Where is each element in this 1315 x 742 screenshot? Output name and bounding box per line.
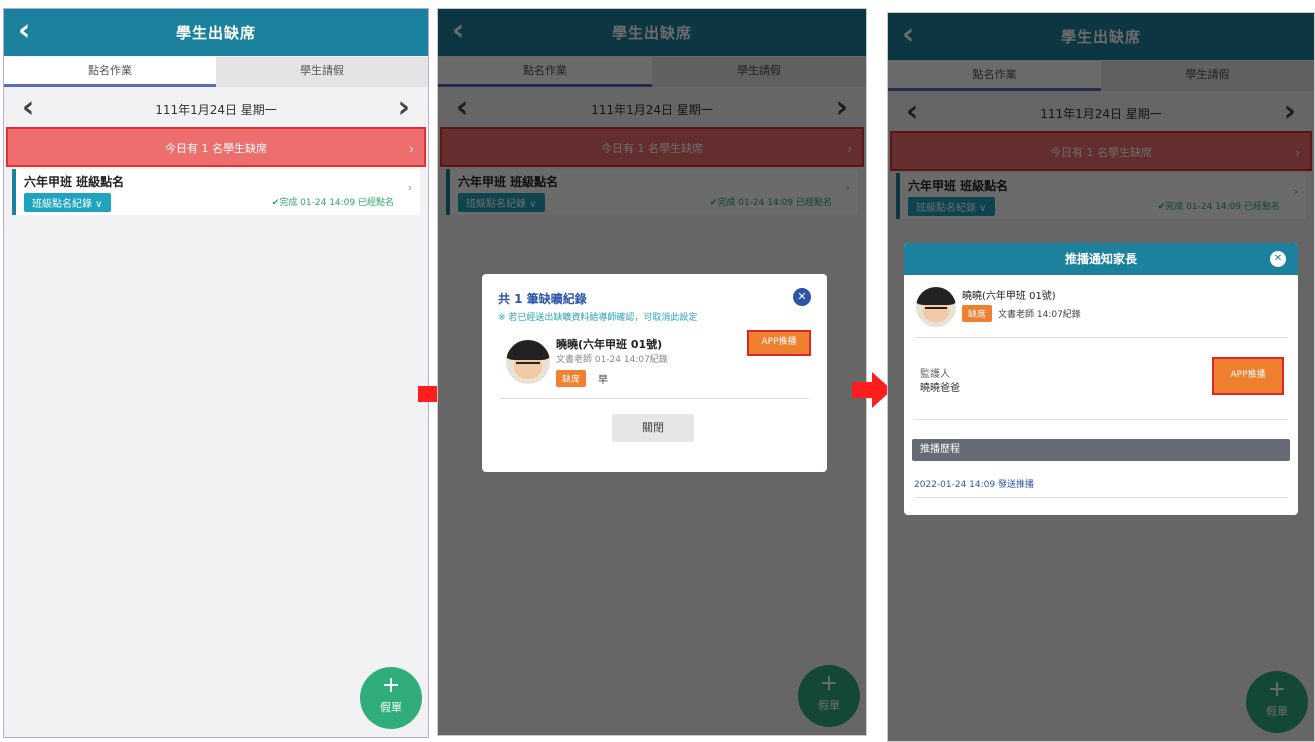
- divider: [914, 337, 1288, 338]
- student-name: 曉曉(六年甲班 01號): [962, 291, 1056, 302]
- close-icon[interactable]: ✕: [1270, 251, 1286, 267]
- recorded-by: 文書老師 01-24 14:07紀錄: [556, 355, 668, 365]
- push-history-header: 推播歷程: [912, 439, 1290, 461]
- current-date: 111年1月24日 星期一: [155, 103, 277, 117]
- record-tag-button[interactable]: 班級點名紀錄 ∨: [24, 193, 111, 212]
- add-leave-fab[interactable]: + 假單: [360, 667, 422, 729]
- modal-title: 推播通知家長: [904, 243, 1298, 275]
- tab-student-leave[interactable]: 學生請假: [216, 57, 428, 87]
- screen-absence-list-modal: ‹ 學生出缺席 點名作業 學生請假 ‹ 111年1月24日 星期一 › 今日有 …: [437, 8, 867, 736]
- class-name: 六年甲班 班級點名: [24, 175, 125, 189]
- absence-badge: 缺席: [556, 370, 587, 387]
- modal-note: ※ 若已經送出缺曠資料給導師確認，可取消此設定: [498, 313, 698, 323]
- app-header: ‹ 學生出缺席: [4, 9, 428, 56]
- log-time: 2022-01-24 14:09: [914, 480, 996, 490]
- tab-roll-call[interactable]: 點名作業: [4, 57, 216, 87]
- plus-icon: +: [381, 673, 401, 698]
- absence-list-modal: 共 1 筆缺曠紀錄 ※ 若已經送出缺曠資料給導師確認，可取消此設定 ✕ 曉曉(六…: [482, 274, 827, 472]
- divider: [914, 497, 1288, 498]
- push-notify-modal: 推播通知家長 ✕ 曉曉(六年甲班 01號) 缺席 文書老師 14:07紀錄 監護…: [904, 243, 1298, 515]
- receiver-name: 曉曉爸爸: [920, 383, 960, 394]
- close-button[interactable]: 關閉: [612, 414, 694, 442]
- student-avatar: [506, 340, 550, 384]
- absence-period: 早: [598, 375, 608, 386]
- student-name: 曉曉(六年甲班 01號): [556, 338, 663, 351]
- close-icon[interactable]: ✕: [793, 288, 811, 306]
- absence-alert-banner[interactable]: 今日有 1 名學生缺席 ›: [6, 127, 426, 167]
- divider: [914, 419, 1288, 420]
- date-navigator: ‹ 111年1月24日 星期一 ›: [4, 93, 428, 125]
- tab-bar: 點名作業 學生請假: [4, 57, 428, 87]
- screen-push-notify-modal: ‹ 學生出缺席 點名作業 學生請假 ‹ 111年1月24日 星期一 › 今日有 …: [887, 12, 1315, 742]
- alert-text: 今日有 1 名學生缺席: [165, 142, 267, 155]
- roll-call-record[interactable]: 六年甲班 班級點名 班級點名紀錄 ∨ ✔完成 01-24 14:09 已經點名 …: [12, 169, 420, 215]
- divider: [500, 398, 809, 399]
- receiver-label: 監護人: [920, 369, 950, 380]
- student-avatar: [916, 287, 956, 327]
- app-push-button[interactable]: APP推播: [1212, 357, 1284, 395]
- next-day-icon[interactable]: ›: [398, 93, 410, 123]
- flow-arrow-2: [852, 372, 892, 408]
- fab-label: 假單: [380, 701, 402, 714]
- recorded-by: 文書老師 14:07紀錄: [998, 310, 1081, 320]
- page-title: 學生出缺席: [175, 24, 256, 42]
- record-status: ✔完成 01-24 14:09 已經點名: [271, 198, 394, 208]
- push-history-entry: 2022-01-24 14:09 發送推播: [914, 477, 1034, 490]
- modal-title: 共 1 筆缺曠紀錄: [498, 292, 587, 306]
- chevron-right-icon: ›: [409, 142, 414, 156]
- log-text: 發送推播: [997, 480, 1034, 490]
- absence-badge: 缺席: [962, 305, 993, 322]
- screen-attendance-list: ‹ 學生出缺席 點名作業 學生請假 ‹ 111年1月24日 星期一 › 今日有 …: [3, 8, 429, 738]
- app-push-button[interactable]: APP推播: [747, 330, 811, 356]
- chevron-right-icon: ›: [407, 181, 412, 194]
